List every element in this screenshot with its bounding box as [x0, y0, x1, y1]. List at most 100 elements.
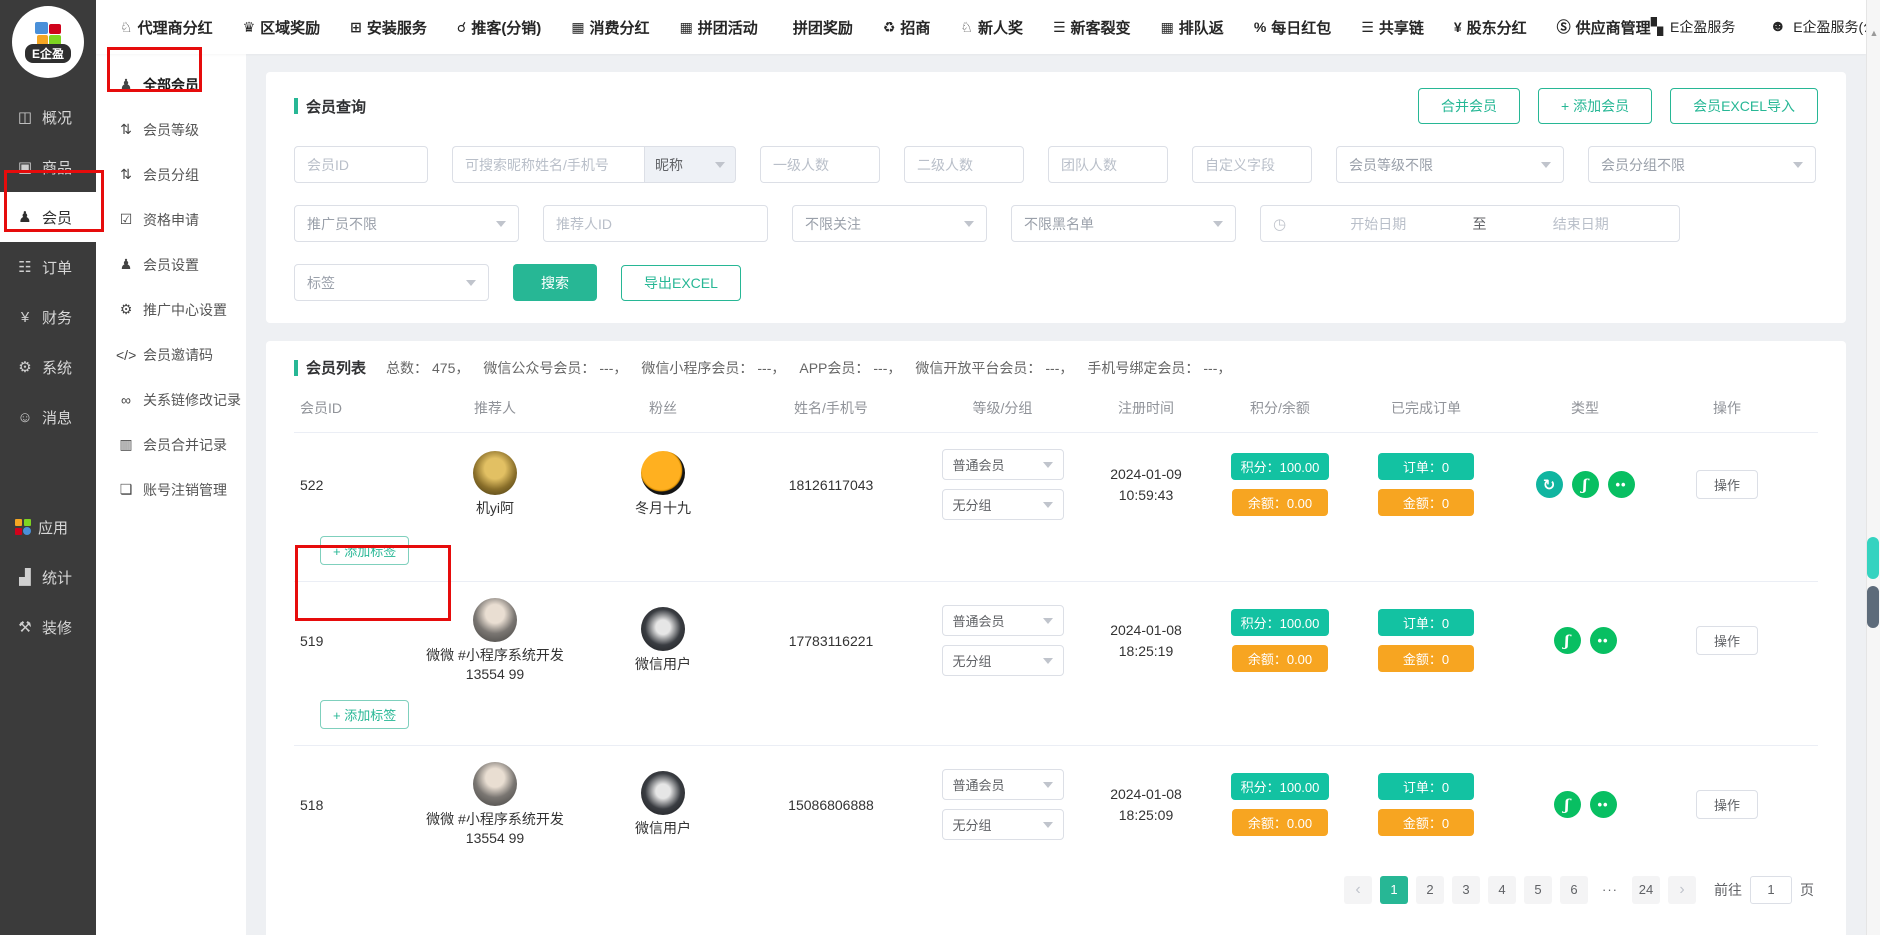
level-select[interactable]: 普通会员 [942, 769, 1064, 800]
keyword-input[interactable] [452, 146, 644, 183]
brand-logo[interactable]: E企盈 [12, 6, 84, 78]
add-tag-button[interactable]: + 添加标签 [320, 700, 409, 729]
referrer-id-input[interactable] [543, 205, 768, 242]
scroll-widget-gray[interactable] [1867, 586, 1879, 628]
miniprogram-icon[interactable]: ʃ [1554, 791, 1581, 818]
submenu-qualification[interactable]: ☑资格申请 [96, 197, 246, 242]
avatar[interactable] [641, 771, 685, 815]
sidebar-item-statistics[interactable]: ▟ 统计 [0, 552, 96, 602]
topnav-supplier-mgmt[interactable]: Ⓢ供应商管理 [1557, 17, 1651, 38]
sidebar-item-system[interactable]: ⚙ 系统 [0, 342, 96, 392]
topnav-region-reward[interactable]: ♛区域奖励 [243, 17, 321, 38]
avatar[interactable] [641, 607, 685, 651]
add-tag-button[interactable]: + 添加标签 [320, 536, 409, 565]
wechat-icon[interactable]: •• [1590, 791, 1617, 818]
topnav-share-chain[interactable]: ☰共享链 [1361, 17, 1424, 38]
row-action-button[interactable]: 操作 [1696, 790, 1758, 819]
topnav-investment[interactable]: ♻招商 [883, 17, 931, 38]
topnav-promoter[interactable]: ☌推客(分销) [457, 17, 541, 38]
sidebar-item-goods[interactable]: ▣ 商品 [0, 142, 96, 192]
end-date-placeholder[interactable]: 结束日期 [1495, 214, 1667, 234]
sidebar-item-members[interactable]: ♟ 会员 [0, 192, 96, 242]
level-select[interactable]: 普通会员 [942, 449, 1064, 480]
sidebar-item-apps[interactable]: 应用 [0, 502, 96, 552]
jump-page-input[interactable] [1750, 876, 1792, 904]
avatar[interactable] [641, 451, 685, 495]
level2-count-input[interactable] [904, 146, 1024, 183]
follow-select[interactable]: 不限关注 [792, 205, 987, 242]
wechat-icon[interactable]: •• [1590, 627, 1617, 654]
chevron-down-icon [1793, 162, 1803, 168]
submenu-all-members[interactable]: ♟全部会员 [96, 62, 246, 107]
submenu-merge-log[interactable]: ▥会员合并记录 [96, 422, 246, 467]
sidebar-item-messages[interactable]: ☺ 消息 [0, 392, 96, 442]
submenu-account-cancel[interactable]: ❏账号注销管理 [96, 467, 246, 512]
submenu-member-level[interactable]: ⇅会员等级 [96, 107, 246, 152]
open-platform-icon[interactable]: ↻ [1536, 471, 1563, 498]
keyword-type-select[interactable]: 昵称 [644, 146, 736, 183]
tag-select[interactable]: 标签 [294, 264, 489, 301]
wechat-icon[interactable]: •• [1608, 471, 1635, 498]
merge-members-button[interactable]: 合并会员 [1418, 88, 1520, 124]
miniprogram-icon[interactable]: ʃ [1572, 471, 1599, 498]
topnav-agent-dividend[interactable]: ♘代理商分红 [120, 17, 213, 38]
page-button-last[interactable]: 24 [1632, 876, 1660, 904]
service-menu[interactable]: ▚E企盈服务 [1651, 17, 1736, 37]
page-button-6[interactable]: 6 [1560, 876, 1588, 904]
member-id-input[interactable] [294, 146, 428, 183]
prev-page-button[interactable]: ‹ [1344, 876, 1372, 904]
submenu-invite-code[interactable]: </>会员邀请码 [96, 332, 246, 377]
next-page-button[interactable]: › [1668, 876, 1696, 904]
scroll-widget-teal[interactable] [1867, 537, 1879, 579]
blacklist-select[interactable]: 不限黑名单 [1011, 205, 1236, 242]
miniprogram-icon[interactable]: ʃ [1554, 627, 1581, 654]
search-button[interactable]: 搜索 [513, 264, 597, 301]
row-action-button[interactable]: 操作 [1696, 626, 1758, 655]
sidebar-item-orders[interactable]: ☷ 订单 [0, 242, 96, 292]
member-group-select[interactable]: 会员分组不限 [1588, 146, 1816, 183]
page-button-5[interactable]: 5 [1524, 876, 1552, 904]
level-select[interactable]: 普通会员 [942, 605, 1064, 636]
group-select[interactable]: 无分组 [942, 645, 1064, 676]
topnav-shareholder-dividend[interactable]: ¥股东分红 [1454, 17, 1527, 38]
avatar[interactable] [473, 451, 517, 495]
topnav-newcomer-award[interactable]: ♘新人奖 [960, 17, 1023, 38]
topnav-install-service[interactable]: ⊞安装服务 [350, 17, 427, 38]
member-level-select[interactable]: 会员等级不限 [1336, 146, 1564, 183]
topnav-group-activity[interactable]: ▦拼团活动 [680, 17, 758, 38]
sidebar-item-decoration[interactable]: ⚒ 装修 [0, 602, 96, 652]
page-button-3[interactable]: 3 [1452, 876, 1480, 904]
topnav-daily-redpacket[interactable]: %每日红包 [1254, 17, 1331, 38]
page-scrollbar[interactable]: ▲ [1866, 0, 1880, 935]
ellipsis-pages[interactable]: ··· [1596, 876, 1624, 904]
submenu-promotion-settings[interactable]: ⚙推广中心设置 [96, 287, 246, 332]
page-button-2[interactable]: 2 [1416, 876, 1444, 904]
submenu-relation-log[interactable]: ∞关系链修改记录 [96, 377, 246, 422]
level1-count-input[interactable] [760, 146, 880, 183]
avatar[interactable] [473, 762, 517, 806]
topnav-group-reward[interactable]: 拼团奖励 [788, 17, 853, 38]
sidebar-item-finance[interactable]: ¥ 财务 [0, 292, 96, 342]
avatar[interactable] [473, 598, 517, 642]
row-action-button[interactable]: 操作 [1696, 470, 1758, 499]
topnav-new-customer[interactable]: ☰新客裂变 [1053, 17, 1131, 38]
submenu-member-settings[interactable]: ♟会员设置 [96, 242, 246, 287]
group-select[interactable]: 无分组 [942, 809, 1064, 840]
account-menu[interactable]: ☻E企盈服务(公众号管理员) [1769, 17, 1880, 37]
promoter-select[interactable]: 推广员不限 [294, 205, 519, 242]
add-member-button[interactable]: + 添加会员 [1538, 88, 1652, 124]
page-button-1[interactable]: 1 [1380, 876, 1408, 904]
group-select[interactable]: 无分组 [942, 489, 1064, 520]
topnav-consume-dividend[interactable]: ▦消费分红 [571, 17, 649, 38]
sidebar-item-overview[interactable]: ◫ 概况 [0, 92, 96, 142]
export-excel-button[interactable]: 导出EXCEL [621, 265, 741, 301]
date-range-picker[interactable]: ◷ 开始日期 至 结束日期 [1260, 205, 1680, 242]
scroll-up-icon[interactable]: ▲ [1867, 28, 1880, 38]
topnav-queue-return[interactable]: ▦排队返 [1161, 17, 1224, 38]
submenu-member-group[interactable]: ⇅会员分组 [96, 152, 246, 197]
start-date-placeholder[interactable]: 开始日期 [1292, 214, 1464, 234]
excel-import-button[interactable]: 会员EXCEL导入 [1670, 88, 1818, 124]
team-count-input[interactable] [1048, 146, 1168, 183]
page-button-4[interactable]: 4 [1488, 876, 1516, 904]
custom-field-input[interactable] [1192, 146, 1312, 183]
